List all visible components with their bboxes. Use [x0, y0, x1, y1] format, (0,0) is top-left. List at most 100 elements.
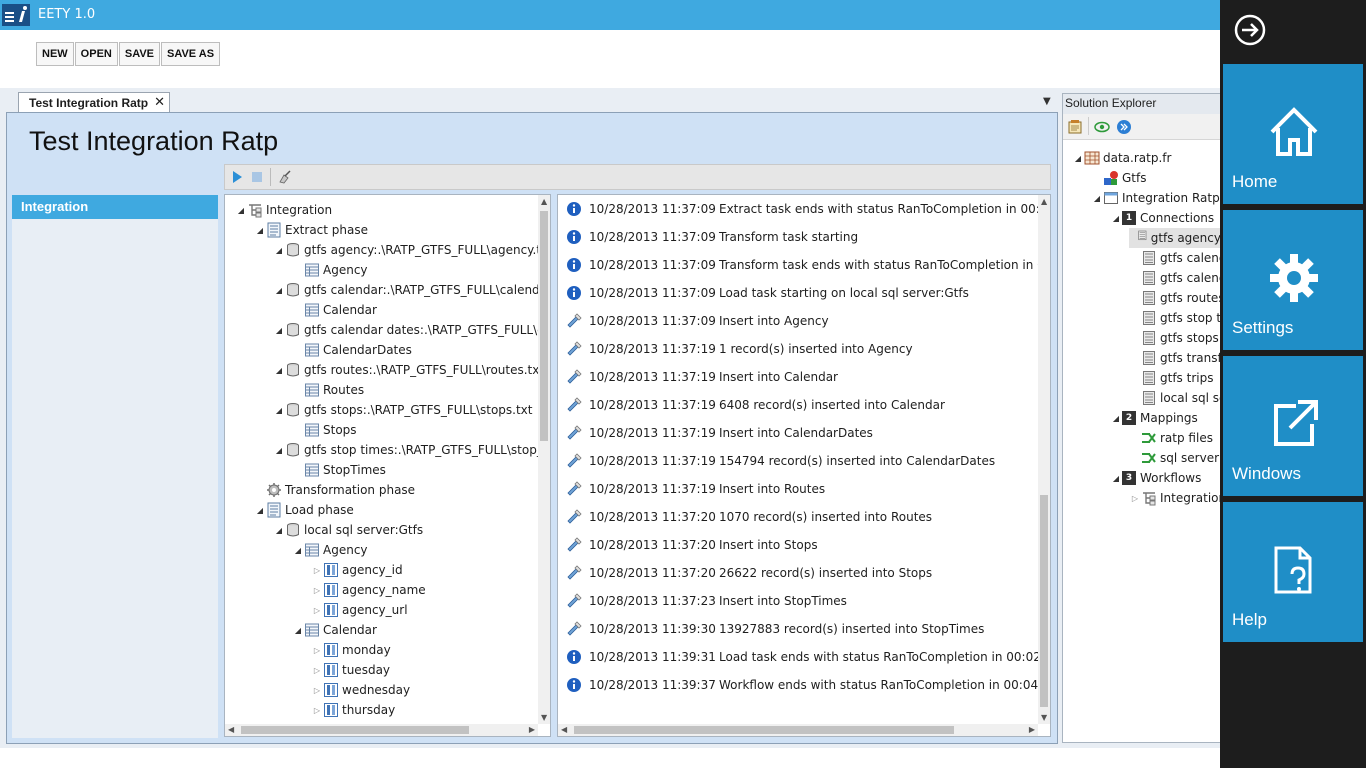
nav-item-integration[interactable]: Integration: [12, 195, 218, 219]
tree-node[interactable]: gtfs calendar: [1129, 248, 1221, 268]
scroll-thumb[interactable]: [540, 211, 548, 441]
collapse-icon[interactable]: ◢: [1091, 194, 1103, 203]
expand-icon[interactable]: ▷: [311, 666, 323, 675]
tree-node[interactable]: ◢ Agency: [292, 540, 368, 560]
tree-node[interactable]: ▷ agency_url: [311, 600, 408, 620]
collapse-icon[interactable]: ◢: [273, 286, 285, 295]
expand-icon[interactable]: ▷: [311, 686, 323, 695]
collapse-icon[interactable]: ◢: [235, 206, 247, 215]
tree-node[interactable]: local sql server: [1129, 388, 1221, 408]
tree-node[interactable]: ◢ Extract phase: [254, 220, 368, 240]
tree-node[interactable]: Gtfs: [1091, 168, 1146, 188]
charm-settings[interactable]: Settings: [1223, 210, 1363, 350]
tree-node[interactable]: ◢ 2 Mappings: [1110, 408, 1198, 428]
tree-node[interactable]: sql server: [1129, 448, 1219, 468]
collapse-icon[interactable]: ◢: [273, 446, 285, 455]
expand-icon[interactable]: ▷: [311, 566, 323, 575]
tree-node[interactable]: Transformation phase: [254, 480, 415, 500]
tree-node[interactable]: ◢ 3 Workflows: [1110, 468, 1201, 488]
tree-node[interactable]: Calendar: [292, 300, 377, 320]
tree-node[interactable]: ◢ gtfs stops:.\RATP_GTFS_FULL\stops.txt: [273, 400, 532, 420]
scroll-left-icon[interactable]: ◀: [561, 725, 567, 734]
collapse-icon[interactable]: ◢: [254, 506, 266, 515]
show-all-icon[interactable]: [1094, 119, 1110, 135]
charm-help[interactable]: Help: [1223, 502, 1363, 642]
collapse-icon[interactable]: ◢: [1072, 154, 1084, 163]
scroll-up-icon[interactable]: ▲: [541, 197, 547, 206]
clear-icon[interactable]: [278, 170, 292, 184]
tree-node[interactable]: gtfs routes: [1129, 288, 1221, 308]
tree-node[interactable]: ◢ Integration Ratp: [1091, 188, 1220, 208]
tree-node[interactable]: ◢ Load phase: [254, 500, 354, 520]
scroll-thumb[interactable]: [1040, 495, 1048, 707]
tree-node[interactable]: gtfs agency: [1129, 228, 1221, 248]
charm-home[interactable]: Home: [1223, 64, 1363, 204]
expand-icon[interactable]: ▷: [311, 586, 323, 595]
collapse-icon[interactable]: ◢: [273, 246, 285, 255]
save-button[interactable]: SAVE: [118, 42, 160, 66]
expand-icon[interactable]: ▷: [1129, 494, 1141, 503]
close-icon[interactable]: ✕: [154, 94, 165, 110]
scroll-thumb[interactable]: [574, 726, 954, 734]
tree-node[interactable]: ▷ wednesday: [311, 680, 410, 700]
play-icon[interactable]: [230, 170, 244, 184]
collapse-icon[interactable]: ◢: [1110, 414, 1122, 423]
scroll-down-icon[interactable]: ▼: [541, 713, 547, 722]
collapse-icon[interactable]: ◢: [1110, 474, 1122, 483]
tree-node[interactable]: Routes: [292, 380, 364, 400]
stop-icon[interactable]: [250, 170, 264, 184]
tree-node[interactable]: ratp files: [1129, 428, 1213, 448]
expand-icon[interactable]: ▷: [311, 606, 323, 615]
log-horizontal-scrollbar[interactable]: ◀ ▶: [558, 724, 1038, 736]
scroll-up-icon[interactable]: ▲: [1041, 197, 1047, 206]
tree-node[interactable]: gtfs stops: [1129, 328, 1219, 348]
scroll-thumb[interactable]: [241, 726, 469, 734]
collapse-icon[interactable]: ◢: [273, 326, 285, 335]
collapse-icon[interactable]: ◢: [1110, 214, 1122, 223]
scroll-right-icon[interactable]: ▶: [1029, 725, 1035, 734]
tree-node[interactable]: ▷ monday: [311, 640, 391, 660]
tree-node[interactable]: gtfs calendar dates: [1129, 268, 1221, 288]
tree-vertical-scrollbar[interactable]: ▲ ▼: [538, 195, 550, 724]
scroll-left-icon[interactable]: ◀: [228, 725, 234, 734]
tree-node[interactable]: ◢ gtfs calendar:.\RATP_GTFS_FULL\calendar…: [273, 280, 550, 300]
tree-node[interactable]: ▷ tuesday: [311, 660, 390, 680]
tree-node[interactable]: ◢ Integration: [235, 200, 332, 220]
scroll-down-icon[interactable]: ▼: [1041, 713, 1047, 722]
tree-node[interactable]: CalendarDates: [292, 340, 412, 360]
tree-node[interactable]: ◢ gtfs calendar dates:.\RATP_GTFS_FULL\ca…: [273, 320, 550, 340]
arrow-right-icon[interactable]: [1233, 13, 1267, 47]
tree-horizontal-scrollbar[interactable]: ◀ ▶: [225, 724, 538, 736]
collapse-icon[interactable]: ◢: [254, 226, 266, 235]
tree-node[interactable]: gtfs transfers: [1129, 348, 1221, 368]
tree-node[interactable]: Stops: [292, 420, 357, 440]
tree-node[interactable]: ◢ data.ratp.fr: [1072, 148, 1172, 168]
collapse-icon[interactable]: ◢: [292, 546, 304, 555]
new-button[interactable]: NEW: [36, 42, 74, 66]
tree-node[interactable]: gtfs trips: [1129, 368, 1213, 388]
log-vertical-scrollbar[interactable]: ▲ ▼: [1038, 195, 1050, 724]
tree-node[interactable]: ▷ agency_name: [311, 580, 426, 600]
tree-node[interactable]: ◢ gtfs routes:.\RATP_GTFS_FULL\routes.txt: [273, 360, 544, 380]
tree-node[interactable]: Agency: [292, 260, 368, 280]
tab-test-integration-ratp[interactable]: Test Integration Ratp ✕: [18, 92, 170, 113]
refresh-icon[interactable]: [1116, 119, 1132, 135]
open-button[interactable]: OPEN: [74, 42, 118, 66]
tree-node[interactable]: ▷ thursday: [311, 700, 395, 720]
tree-node[interactable]: ◢ gtfs stop times:.\RATP_GTFS_FULL\stop_t…: [273, 440, 550, 460]
tree-node[interactable]: ◢ Calendar: [292, 620, 377, 640]
collapse-icon[interactable]: ◢: [273, 406, 285, 415]
tree-node[interactable]: ◢ 1 Connections: [1110, 208, 1214, 228]
collapse-icon[interactable]: ◢: [292, 626, 304, 635]
expand-icon[interactable]: ▷: [311, 706, 323, 715]
tree-node[interactable]: ◢ gtfs agency:.\RATP_GTFS_FULL\agency.txt: [273, 240, 550, 260]
tree-node[interactable]: gtfs stop times: [1129, 308, 1221, 328]
collapse-icon[interactable]: ◢: [273, 526, 285, 535]
tree-node[interactable]: ▷ agency_id: [311, 560, 403, 580]
tab-list-dropdown-icon[interactable]: ▼: [1043, 96, 1051, 107]
charm-windows[interactable]: Windows: [1223, 356, 1363, 496]
save-as-button[interactable]: SAVE AS: [161, 42, 221, 66]
tree-node[interactable]: ◢ local sql server:Gtfs: [273, 520, 423, 540]
expand-icon[interactable]: ▷: [311, 646, 323, 655]
tree-node[interactable]: ▷ Integration: [1129, 488, 1221, 508]
